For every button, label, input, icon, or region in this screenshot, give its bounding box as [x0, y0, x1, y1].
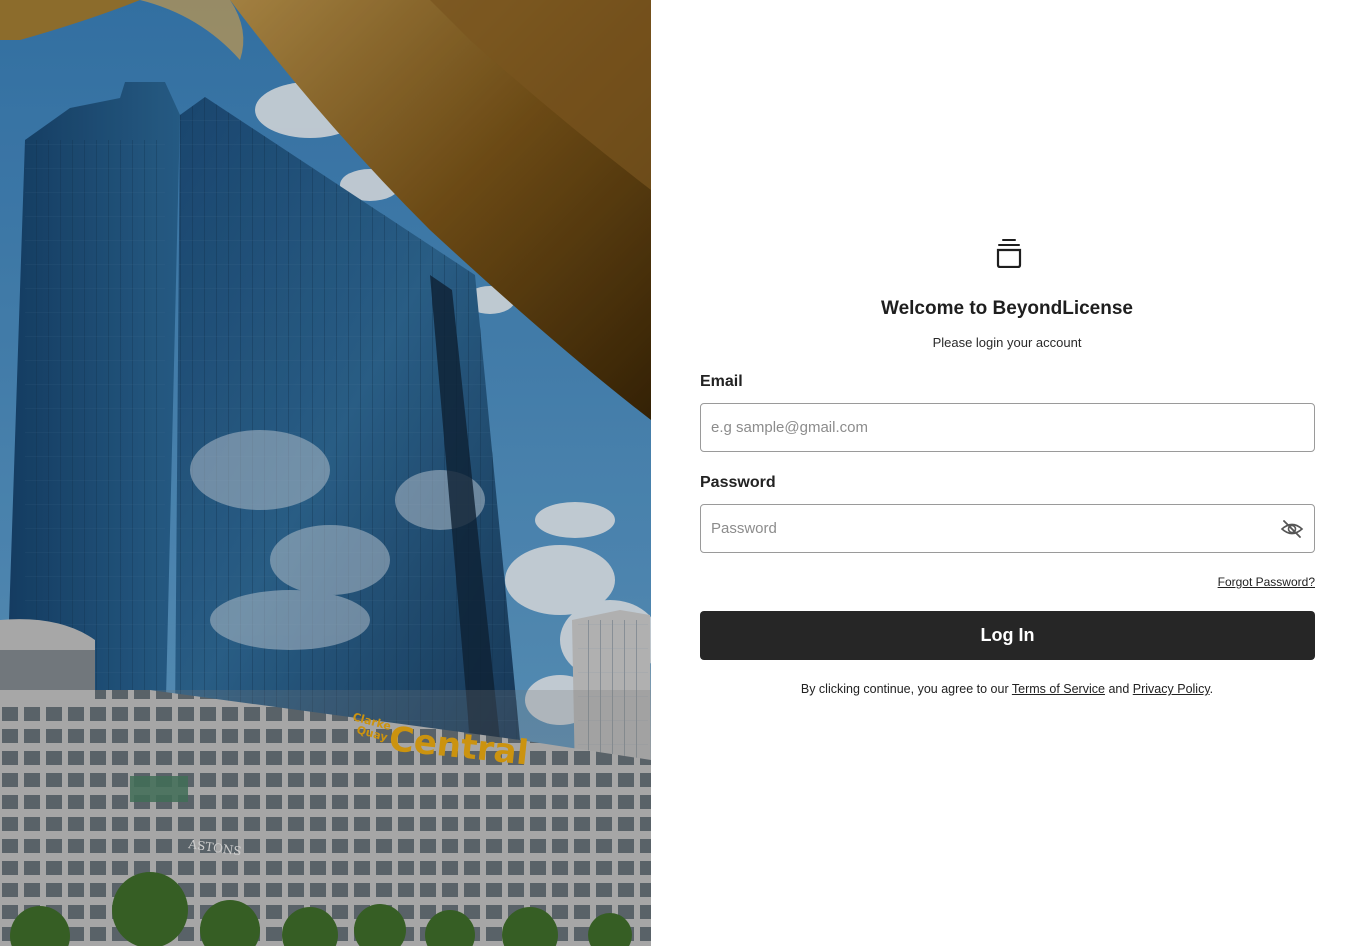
terms-notice: By clicking continue, you agree to our T… — [651, 682, 1348, 696]
welcome-heading: Welcome to BeyondLicense — [881, 298, 1133, 319]
password-field[interactable] — [701, 505, 1281, 552]
login-subtitle: Please login your account — [932, 335, 1082, 350]
terms-suffix: . — [1209, 682, 1214, 696]
email-label: Email — [700, 373, 743, 390]
email-field-wrapper — [700, 403, 1315, 452]
stacked-cup-icon — [995, 238, 1023, 269]
email-field[interactable] — [701, 404, 1281, 451]
login-panel: Welcome to BeyondLicense Please login yo… — [651, 0, 1348, 946]
privacy-policy-link[interactable]: Privacy Policy — [1133, 682, 1210, 696]
terms-prefix: By clicking continue, you agree to our — [800, 682, 1012, 696]
eye-off-icon[interactable] — [1280, 517, 1304, 541]
password-label: Password — [700, 474, 776, 491]
login-button[interactable]: Log In — [700, 611, 1315, 660]
terms-and: and — [1104, 682, 1133, 696]
password-field-wrapper — [700, 504, 1315, 553]
forgot-password-link[interactable]: Forgot Password? — [1218, 575, 1315, 589]
terms-of-service-link[interactable]: Terms of Service — [1012, 682, 1105, 696]
hero-photo: Central Clarke Quay ASTONS — [0, 0, 651, 946]
